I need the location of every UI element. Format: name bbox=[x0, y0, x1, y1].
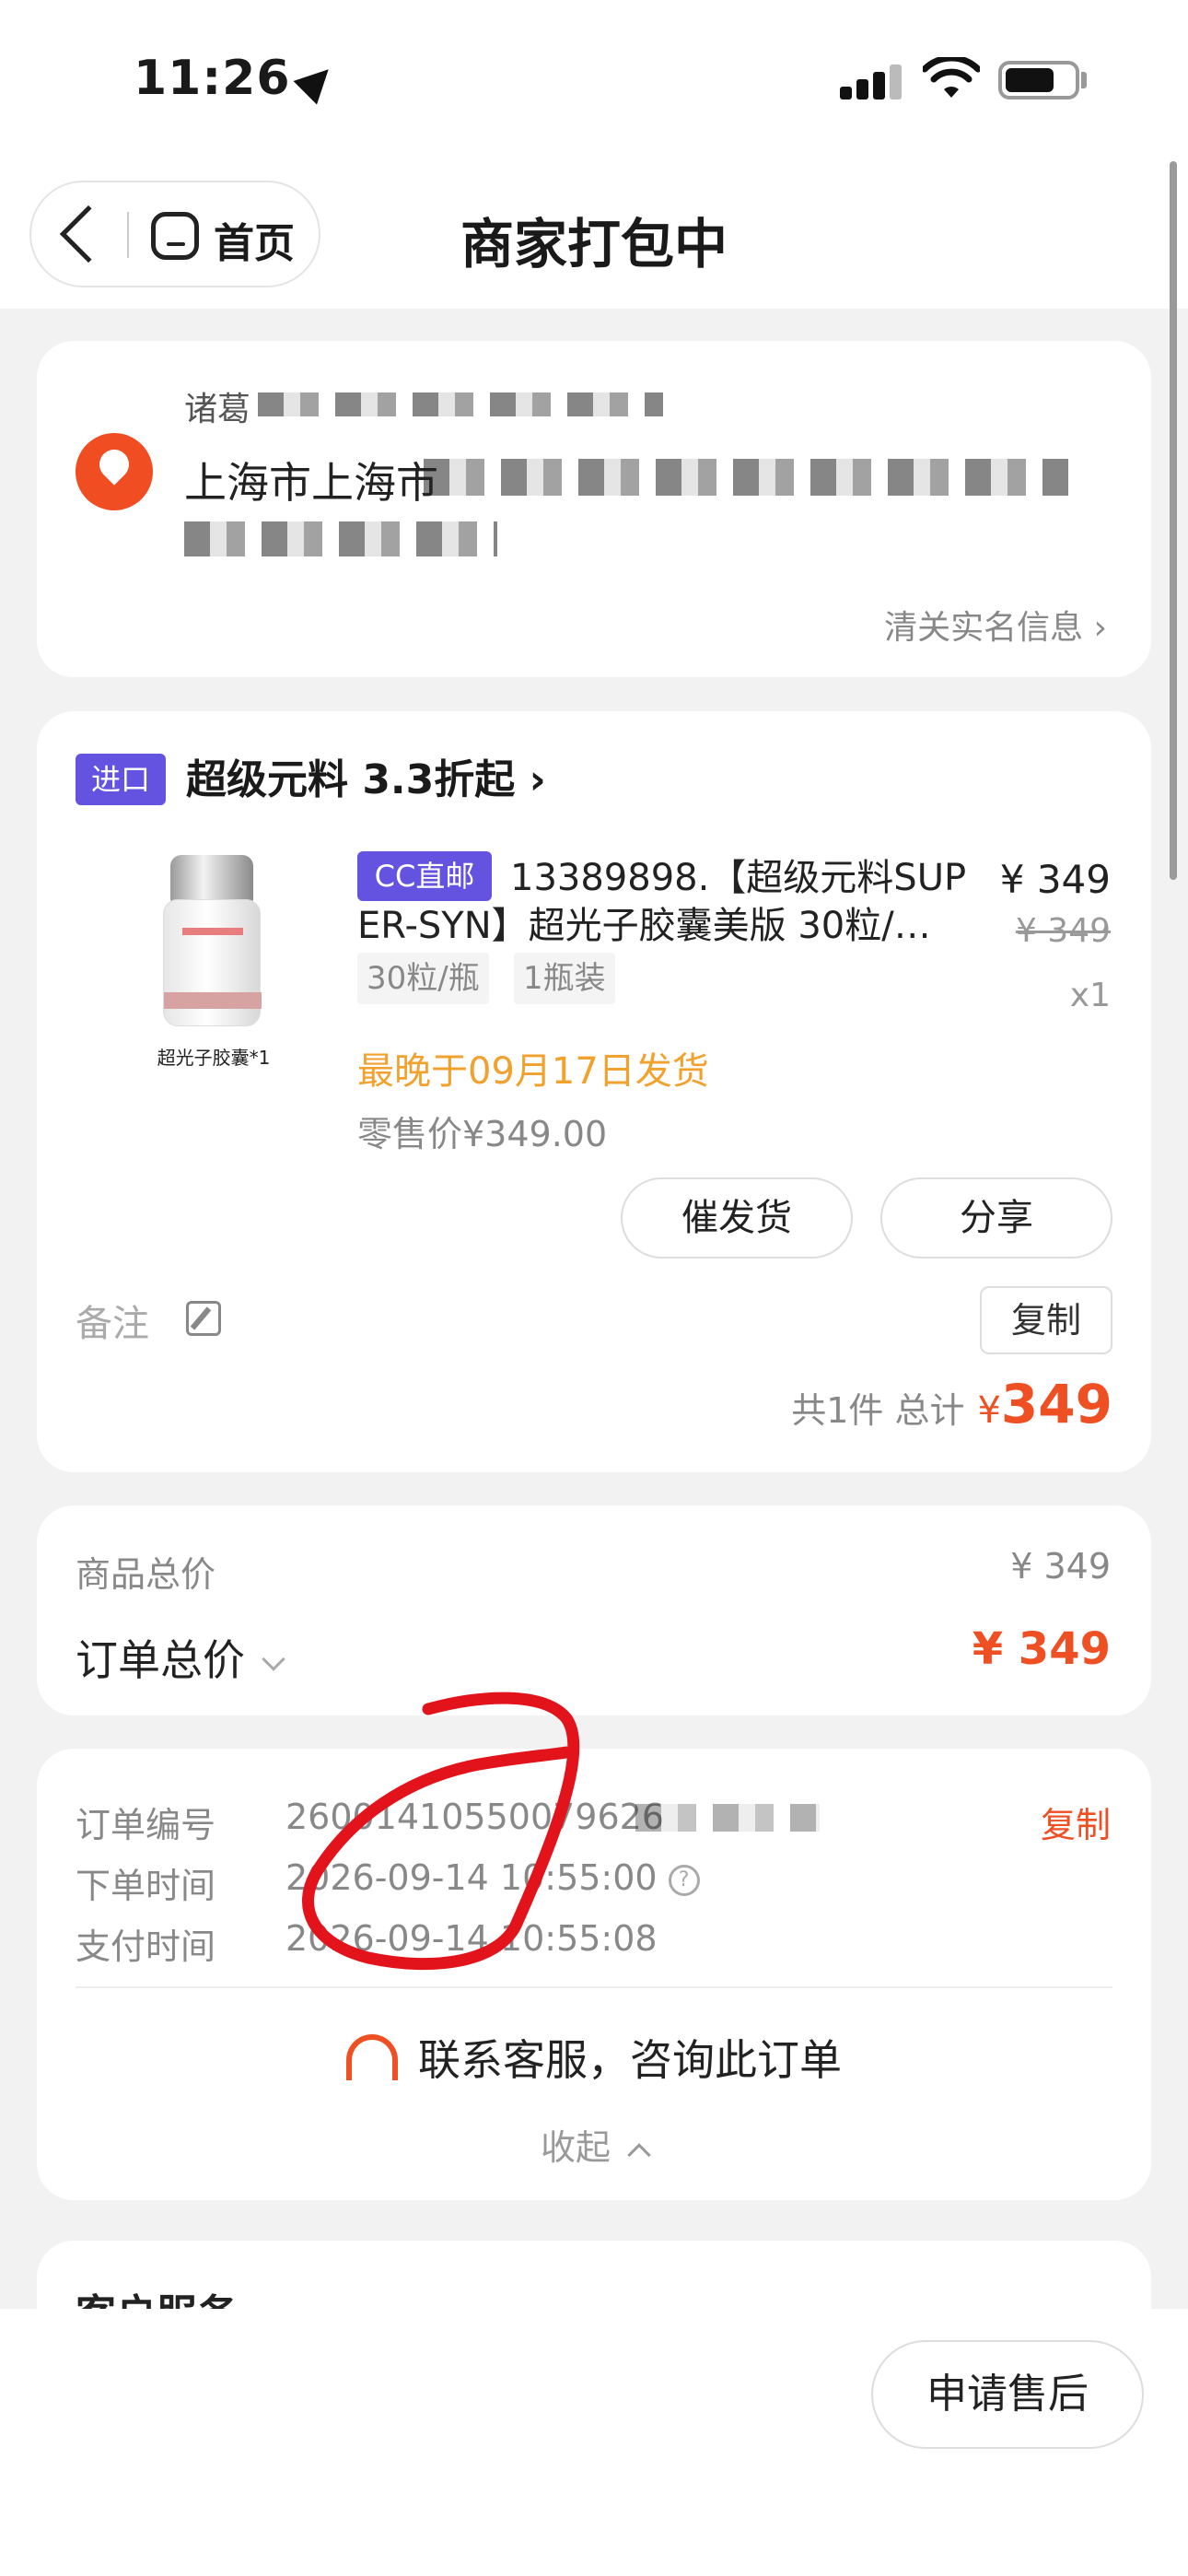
address-card[interactable]: 诸葛 上海市上海市 清关实名信息 › bbox=[37, 341, 1151, 677]
battery-cap bbox=[1081, 72, 1087, 88]
order-number-label: 订单编号 bbox=[76, 1805, 216, 1845]
product-image-caption: 超光子胶囊*1 bbox=[157, 1047, 271, 1069]
wifi-icon bbox=[923, 57, 980, 98]
page-title: 商家打包中 bbox=[460, 213, 728, 275]
status-time: 11:26 bbox=[134, 51, 340, 106]
divider bbox=[76, 1986, 1112, 1988]
battery-icon bbox=[998, 61, 1079, 100]
product-title-line1[interactable]: 13389898.【超级元料SUP bbox=[510, 848, 966, 901]
status-time-text: 11:26 bbox=[134, 51, 291, 106]
redacted-address bbox=[424, 459, 1068, 496]
price-summary-card: 商品总价 ¥ 349 订单总价 ¥ 349 bbox=[37, 1505, 1151, 1715]
chevron-down-icon bbox=[262, 1647, 285, 1671]
apply-after-sale-button[interactable]: 申请售后 bbox=[871, 2340, 1144, 2449]
remark-label: 备注 bbox=[76, 1303, 149, 1345]
order-total-value: ¥ 349 bbox=[972, 1623, 1111, 1675]
cc-direct-mail-tag: CC直邮 bbox=[357, 851, 492, 901]
bottle-graphic bbox=[163, 855, 262, 1026]
goods-total-label: 商品总价 bbox=[76, 1554, 216, 1595]
edit-icon[interactable] bbox=[186, 1301, 221, 1336]
status-bar: 11:26 bbox=[0, 0, 1188, 157]
urge-shipment-button[interactable]: 催发货 bbox=[621, 1177, 853, 1259]
contact-service-label: 联系客服，咨询此订单 bbox=[418, 2035, 842, 2085]
pay-time-label: 支付时间 bbox=[76, 1926, 216, 1967]
product-title-line2[interactable]: ER-SYN】超光子胶囊美版 30粒/… bbox=[357, 896, 1011, 949]
order-total-toggle[interactable]: 订单总价 bbox=[76, 1627, 285, 1688]
redacted-recipient bbox=[258, 392, 663, 416]
bottom-action-bar: 申请售后 bbox=[0, 2309, 1188, 2576]
address-line: 上海市上海市 bbox=[184, 458, 438, 508]
share-button[interactable]: 分享 bbox=[880, 1177, 1112, 1259]
total-amount: 349 bbox=[1000, 1373, 1112, 1435]
contact-service-button[interactable]: 联系客服，咨询此订单 bbox=[37, 2027, 1151, 2088]
order-info-card: 订单编号 26001410550079626 复制 下单时间 2026-09-1… bbox=[37, 1749, 1151, 2200]
spec-tag: 30粒/瓶 bbox=[357, 953, 489, 1004]
recipient-name: 诸葛 bbox=[184, 391, 251, 428]
shipping-deadline: 最晚于09月17日发货 bbox=[357, 1050, 709, 1093]
collapse-button[interactable]: 收起 bbox=[37, 2119, 1151, 2170]
redacted-address-line2 bbox=[184, 521, 497, 556]
store-name-link[interactable]: 超级元料 3.3折起 › bbox=[186, 746, 546, 805]
order-total-label: 订单总价 bbox=[76, 1635, 245, 1685]
order-time-text: 2026-09-14 10:55:00 bbox=[285, 1857, 658, 1898]
chevron-up-icon bbox=[627, 2143, 651, 2167]
order-time-value: 2026-09-14 10:55:00? bbox=[285, 1857, 700, 1898]
product-original-price: ¥ 349 bbox=[1015, 912, 1111, 950]
retail-price: 零售价¥349.00 bbox=[357, 1114, 608, 1154]
copy-button[interactable]: 复制 bbox=[980, 1286, 1112, 1354]
spec-tag: 1瓶装 bbox=[514, 953, 615, 1004]
customs-realname-link[interactable]: 清关实名信息 › bbox=[884, 601, 1107, 649]
scrollbar[interactable] bbox=[1170, 161, 1177, 880]
product-image[interactable]: 超光子胶囊*1 bbox=[76, 831, 352, 1080]
collapse-label: 收起 bbox=[540, 2127, 611, 2168]
location-pin-icon bbox=[76, 433, 153, 510]
customer-service-title: 客户服务 bbox=[76, 2281, 238, 2309]
pay-time-value: 2026-09-14 10:55:08 bbox=[285, 1918, 658, 1959]
cellular-signal-icon bbox=[840, 63, 904, 100]
total-currency: ¥ bbox=[977, 1389, 1001, 1432]
total-count-label: 共1件 总计 bbox=[791, 1390, 965, 1431]
redacted-order-number bbox=[635, 1804, 820, 1832]
order-total-row: 共1件 总计 ¥349 bbox=[791, 1373, 1112, 1435]
import-tag: 进口 bbox=[76, 754, 166, 805]
help-icon[interactable]: ? bbox=[668, 1865, 700, 1896]
product-quantity: x1 bbox=[1069, 977, 1111, 1014]
goods-total-value: ¥ 349 bbox=[1010, 1546, 1111, 1587]
headset-icon bbox=[346, 2034, 398, 2080]
nav-bar: 首页 商家打包中 bbox=[0, 157, 1188, 309]
order-item-card: 进口 超级元料 3.3折起 › 超光子胶囊*1 CC直邮 13389898.【超… bbox=[37, 711, 1151, 1472]
product-price: ¥ 349 bbox=[999, 857, 1111, 902]
order-number-value: 26001410550079626 bbox=[285, 1797, 665, 1837]
order-time-label: 下单时间 bbox=[76, 1866, 216, 1906]
location-arrow-icon bbox=[293, 57, 340, 105]
copy-order-number-button[interactable]: 复制 bbox=[1041, 1797, 1111, 1847]
